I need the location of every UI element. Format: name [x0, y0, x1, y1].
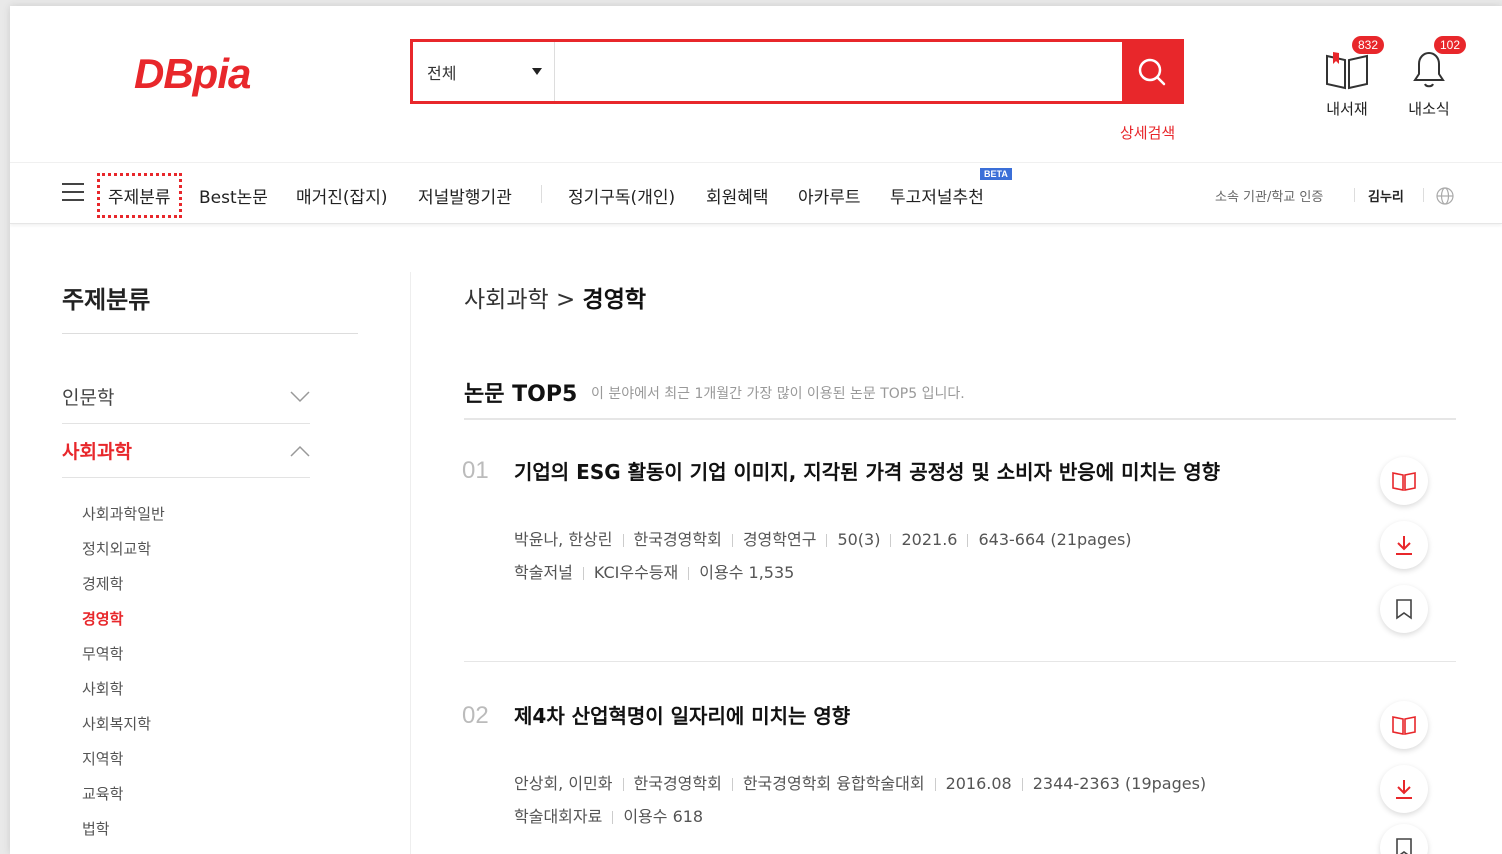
- beta-badge: BETA: [980, 168, 1012, 180]
- dbpia-logo[interactable]: DBpia: [134, 50, 251, 98]
- open-book-icon: [1392, 716, 1416, 735]
- bookmark-button[interactable]: [1380, 824, 1428, 854]
- sidebar-divider: [62, 333, 358, 334]
- caret-down-icon: [532, 68, 542, 75]
- paper-title[interactable]: 기업의 ESG 활동이 기업 이미지, 지각된 가격 공정성 및 소비자 반응에…: [514, 456, 1220, 485]
- library-count-badge: 832: [1352, 36, 1385, 54]
- subcategory-item[interactable]: 경제학: [82, 573, 123, 594]
- category-label: 사회과학: [62, 441, 132, 463]
- preview-button[interactable]: [1380, 701, 1428, 749]
- search-input[interactable]: [555, 42, 1122, 101]
- chevron-up-icon: [290, 445, 310, 457]
- subcategory-item[interactable]: 정치외교학: [82, 538, 151, 559]
- download-button[interactable]: [1380, 765, 1428, 813]
- my-news-button[interactable]: 102 내소식: [1394, 36, 1467, 119]
- paper-type: 학술저널: [514, 563, 573, 582]
- open-book-icon: [1392, 472, 1416, 491]
- subcategory-item[interactable]: 지역학: [82, 748, 123, 769]
- paper-pages: 2344-2363 (19pages): [1032, 774, 1207, 793]
- bookmark-icon: [1396, 838, 1412, 854]
- category-social-science[interactable]: 사회과학: [62, 424, 310, 478]
- paper-meta: 박윤나, 한상린 한국경영학회 경영학연구 50(3) 2021.6 643-664 (2…: [514, 526, 1132, 550]
- paper-publisher[interactable]: 한국경영학회: [634, 774, 722, 793]
- paper-meta: 안상회, 이민화 한국경영학회 한국경영학회 융합학술대회 2016.08 2344-2…: [514, 770, 1206, 794]
- nav-journal-publishers[interactable]: 저널발행기관: [418, 183, 512, 208]
- nav-subscription[interactable]: 정기구독(개인): [568, 183, 675, 208]
- paper-pages: 643-664 (21pages): [978, 530, 1132, 549]
- section-title: 논문 TOP5: [464, 382, 578, 407]
- my-library-label: 내서재: [1326, 100, 1368, 118]
- institution-auth-link[interactable]: 소속 기관/학교 인증: [1215, 186, 1323, 205]
- paper-journal[interactable]: 한국경영학회 융합학술대회: [743, 774, 925, 793]
- nav-journal-recommend[interactable]: 투고저널추천: [890, 183, 984, 208]
- paper-title[interactable]: 제4차 산업혁명이 일자리에 미치는 영향: [514, 700, 850, 729]
- paper-usage: 이용수 618: [623, 807, 704, 826]
- nav-right-divider: [1423, 188, 1424, 202]
- bookmark-icon: [1396, 599, 1412, 620]
- search-scope-label: 전체: [427, 63, 457, 83]
- paper-meta-secondary: 학술저널 KCI우수등재 이용수 1,535: [514, 559, 794, 583]
- menu-hamburger-icon[interactable]: [62, 183, 84, 201]
- my-library-button[interactable]: 832 내서재: [1312, 36, 1385, 119]
- paper-authors[interactable]: 박윤나, 한상린: [514, 530, 613, 549]
- page-frame: DBpia 전체 상세검색 832 내서재 102 내소식 주제분류 Best논…: [10, 6, 1502, 854]
- subcategory-item[interactable]: 무역학: [82, 643, 123, 664]
- bookmark-button[interactable]: [1380, 585, 1428, 633]
- paper-meta-secondary: 학술대회자료 이용수 618: [514, 803, 703, 827]
- globe-icon[interactable]: [1436, 187, 1454, 205]
- search-icon: [1138, 58, 1165, 85]
- download-icon: [1396, 780, 1412, 799]
- breadcrumb-current: 경영학: [582, 287, 647, 313]
- chevron-down-icon: [290, 390, 310, 402]
- content-divider: [410, 272, 411, 854]
- section-divider: [464, 418, 1456, 420]
- download-icon: [1396, 536, 1412, 555]
- preview-button[interactable]: [1380, 457, 1428, 505]
- category-humanities[interactable]: 인문학: [62, 370, 310, 424]
- paper-journal[interactable]: 경영학연구: [743, 530, 817, 549]
- breadcrumb: 사회과학 > 경영학: [464, 280, 646, 314]
- subcategory-item[interactable]: 법학: [82, 818, 110, 839]
- category-label: 인문학: [62, 387, 115, 409]
- advanced-search-link[interactable]: 상세검색: [1120, 122, 1175, 143]
- subcategory-item[interactable]: 사회학: [82, 678, 123, 699]
- download-button[interactable]: [1380, 521, 1428, 569]
- nav-member-benefits[interactable]: 회원혜택: [706, 183, 769, 208]
- user-name-link[interactable]: 김누리: [1368, 186, 1404, 205]
- nav-right-divider: [1354, 188, 1355, 202]
- nav-divider: [541, 185, 542, 203]
- my-news-label: 내소식: [1408, 100, 1450, 118]
- paper-volume[interactable]: 50(3): [837, 530, 880, 549]
- paper-date: 2016.08: [945, 774, 1012, 793]
- sidebar-title: 주제분류: [62, 286, 151, 314]
- main-nav: 주제분류 Best논문 매거진(잡지) 저널발행기관 정기구독(개인) 회원혜택…: [10, 162, 1502, 224]
- paper-authors[interactable]: 안상회, 이민화: [514, 774, 613, 793]
- news-count-badge: 102: [1434, 36, 1467, 54]
- library-book-icon: [1326, 52, 1368, 90]
- paper-rank: 01: [462, 457, 489, 484]
- paper-type: 학술대회자료: [514, 807, 603, 826]
- nav-acaroute[interactable]: 아카루트: [798, 183, 861, 208]
- subcategory-item[interactable]: 사회복지학: [82, 713, 151, 734]
- paper-tag: KCI우수등재: [593, 563, 679, 582]
- subcategory-item[interactable]: 사회과학일반: [82, 503, 165, 524]
- search-scope-select[interactable]: 전체: [413, 42, 555, 101]
- section-description: 이 분야에서 최근 1개월간 가장 많이 이용된 논문 TOP5 입니다.: [591, 386, 965, 402]
- paper-date: 2021.6: [901, 530, 958, 549]
- paper-rank: 02: [462, 702, 489, 729]
- paper-publisher[interactable]: 한국경영학회: [634, 530, 722, 549]
- subcategory-item[interactable]: 교육학: [82, 783, 123, 804]
- search-bar: 전체: [410, 39, 1184, 104]
- paper-usage: 이용수 1,535: [699, 563, 795, 582]
- search-button[interactable]: [1122, 42, 1181, 101]
- breadcrumb-parent[interactable]: 사회과학 >: [464, 287, 575, 313]
- item-divider: [464, 661, 1456, 662]
- nav-best-papers[interactable]: Best논문: [199, 183, 268, 208]
- subcategory-item-selected[interactable]: 경영학: [82, 608, 123, 629]
- nav-subject-category[interactable]: 주제분류: [97, 173, 182, 218]
- nav-magazine[interactable]: 매거진(잡지): [296, 183, 387, 208]
